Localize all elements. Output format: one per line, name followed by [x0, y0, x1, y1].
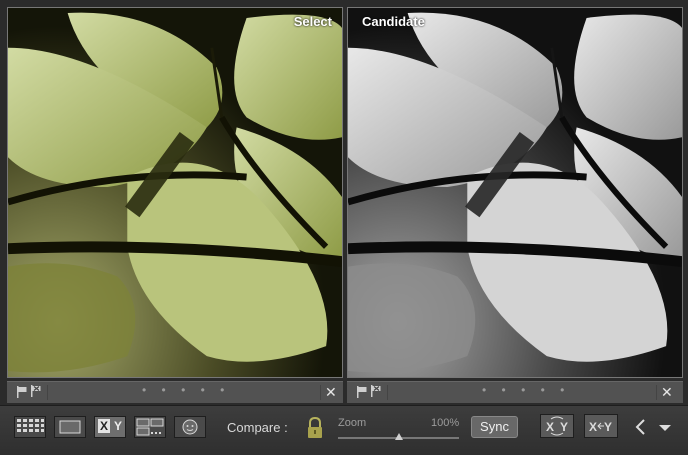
make-select-icon: X Y [589, 420, 612, 434]
left-arrow-icon[interactable] [634, 418, 646, 436]
flag-icon[interactable] [17, 386, 27, 398]
make-select-button[interactable]: X Y [584, 414, 618, 438]
separator [320, 385, 321, 400]
survey-view-icon[interactable] [134, 416, 166, 438]
swap-button[interactable]: X Y [540, 414, 574, 438]
svg-text:X: X [546, 420, 554, 434]
svg-text:Y: Y [560, 420, 568, 434]
toolbar: X Y Compare : Zoom 100% X Y X Y [0, 405, 688, 455]
select-pane[interactable]: Select [7, 7, 343, 378]
sync-button[interactable]: Sync [471, 416, 518, 438]
compare-x-label: X [98, 419, 111, 433]
reject-flag-icon[interactable] [31, 385, 41, 397]
candidate-pane[interactable]: Candidate [347, 7, 683, 378]
compare-view-button[interactable]: X Y [94, 416, 126, 438]
separator [387, 385, 388, 400]
svg-text:Y: Y [604, 420, 612, 434]
grid-view-icon[interactable] [14, 416, 46, 438]
select-label: Select [293, 14, 332, 29]
zoom-slider-thumb[interactable] [395, 433, 403, 440]
close-icon[interactable]: ✕ [325, 384, 337, 401]
candidate-photo [348, 8, 682, 377]
svg-text:X: X [589, 420, 597, 434]
close-icon[interactable]: ✕ [661, 384, 673, 401]
flag-icon[interactable] [357, 386, 367, 398]
people-view-icon[interactable] [174, 416, 206, 438]
reject-flag-icon[interactable] [371, 385, 381, 397]
separator [656, 385, 657, 400]
select-pane-bar: • • • • • ✕ [7, 381, 343, 403]
rating-stars[interactable]: • • • • • [482, 383, 570, 397]
swap-icon: X Y [546, 416, 568, 436]
compare-y-label: Y [114, 419, 123, 433]
candidate-label: Candidate [362, 14, 425, 29]
zoom-label: Zoom [338, 417, 367, 429]
loupe-view-icon[interactable] [54, 416, 86, 438]
compare-label: Compare : [227, 420, 288, 435]
select-photo [8, 8, 342, 377]
rating-stars[interactable]: • • • • • [142, 383, 230, 397]
zoom-value: 100% [431, 417, 460, 429]
candidate-pane-bar: • • • • • ✕ [347, 381, 683, 403]
separator [47, 385, 48, 400]
chevron-down-icon[interactable] [658, 423, 672, 433]
lock-icon[interactable] [305, 416, 325, 440]
